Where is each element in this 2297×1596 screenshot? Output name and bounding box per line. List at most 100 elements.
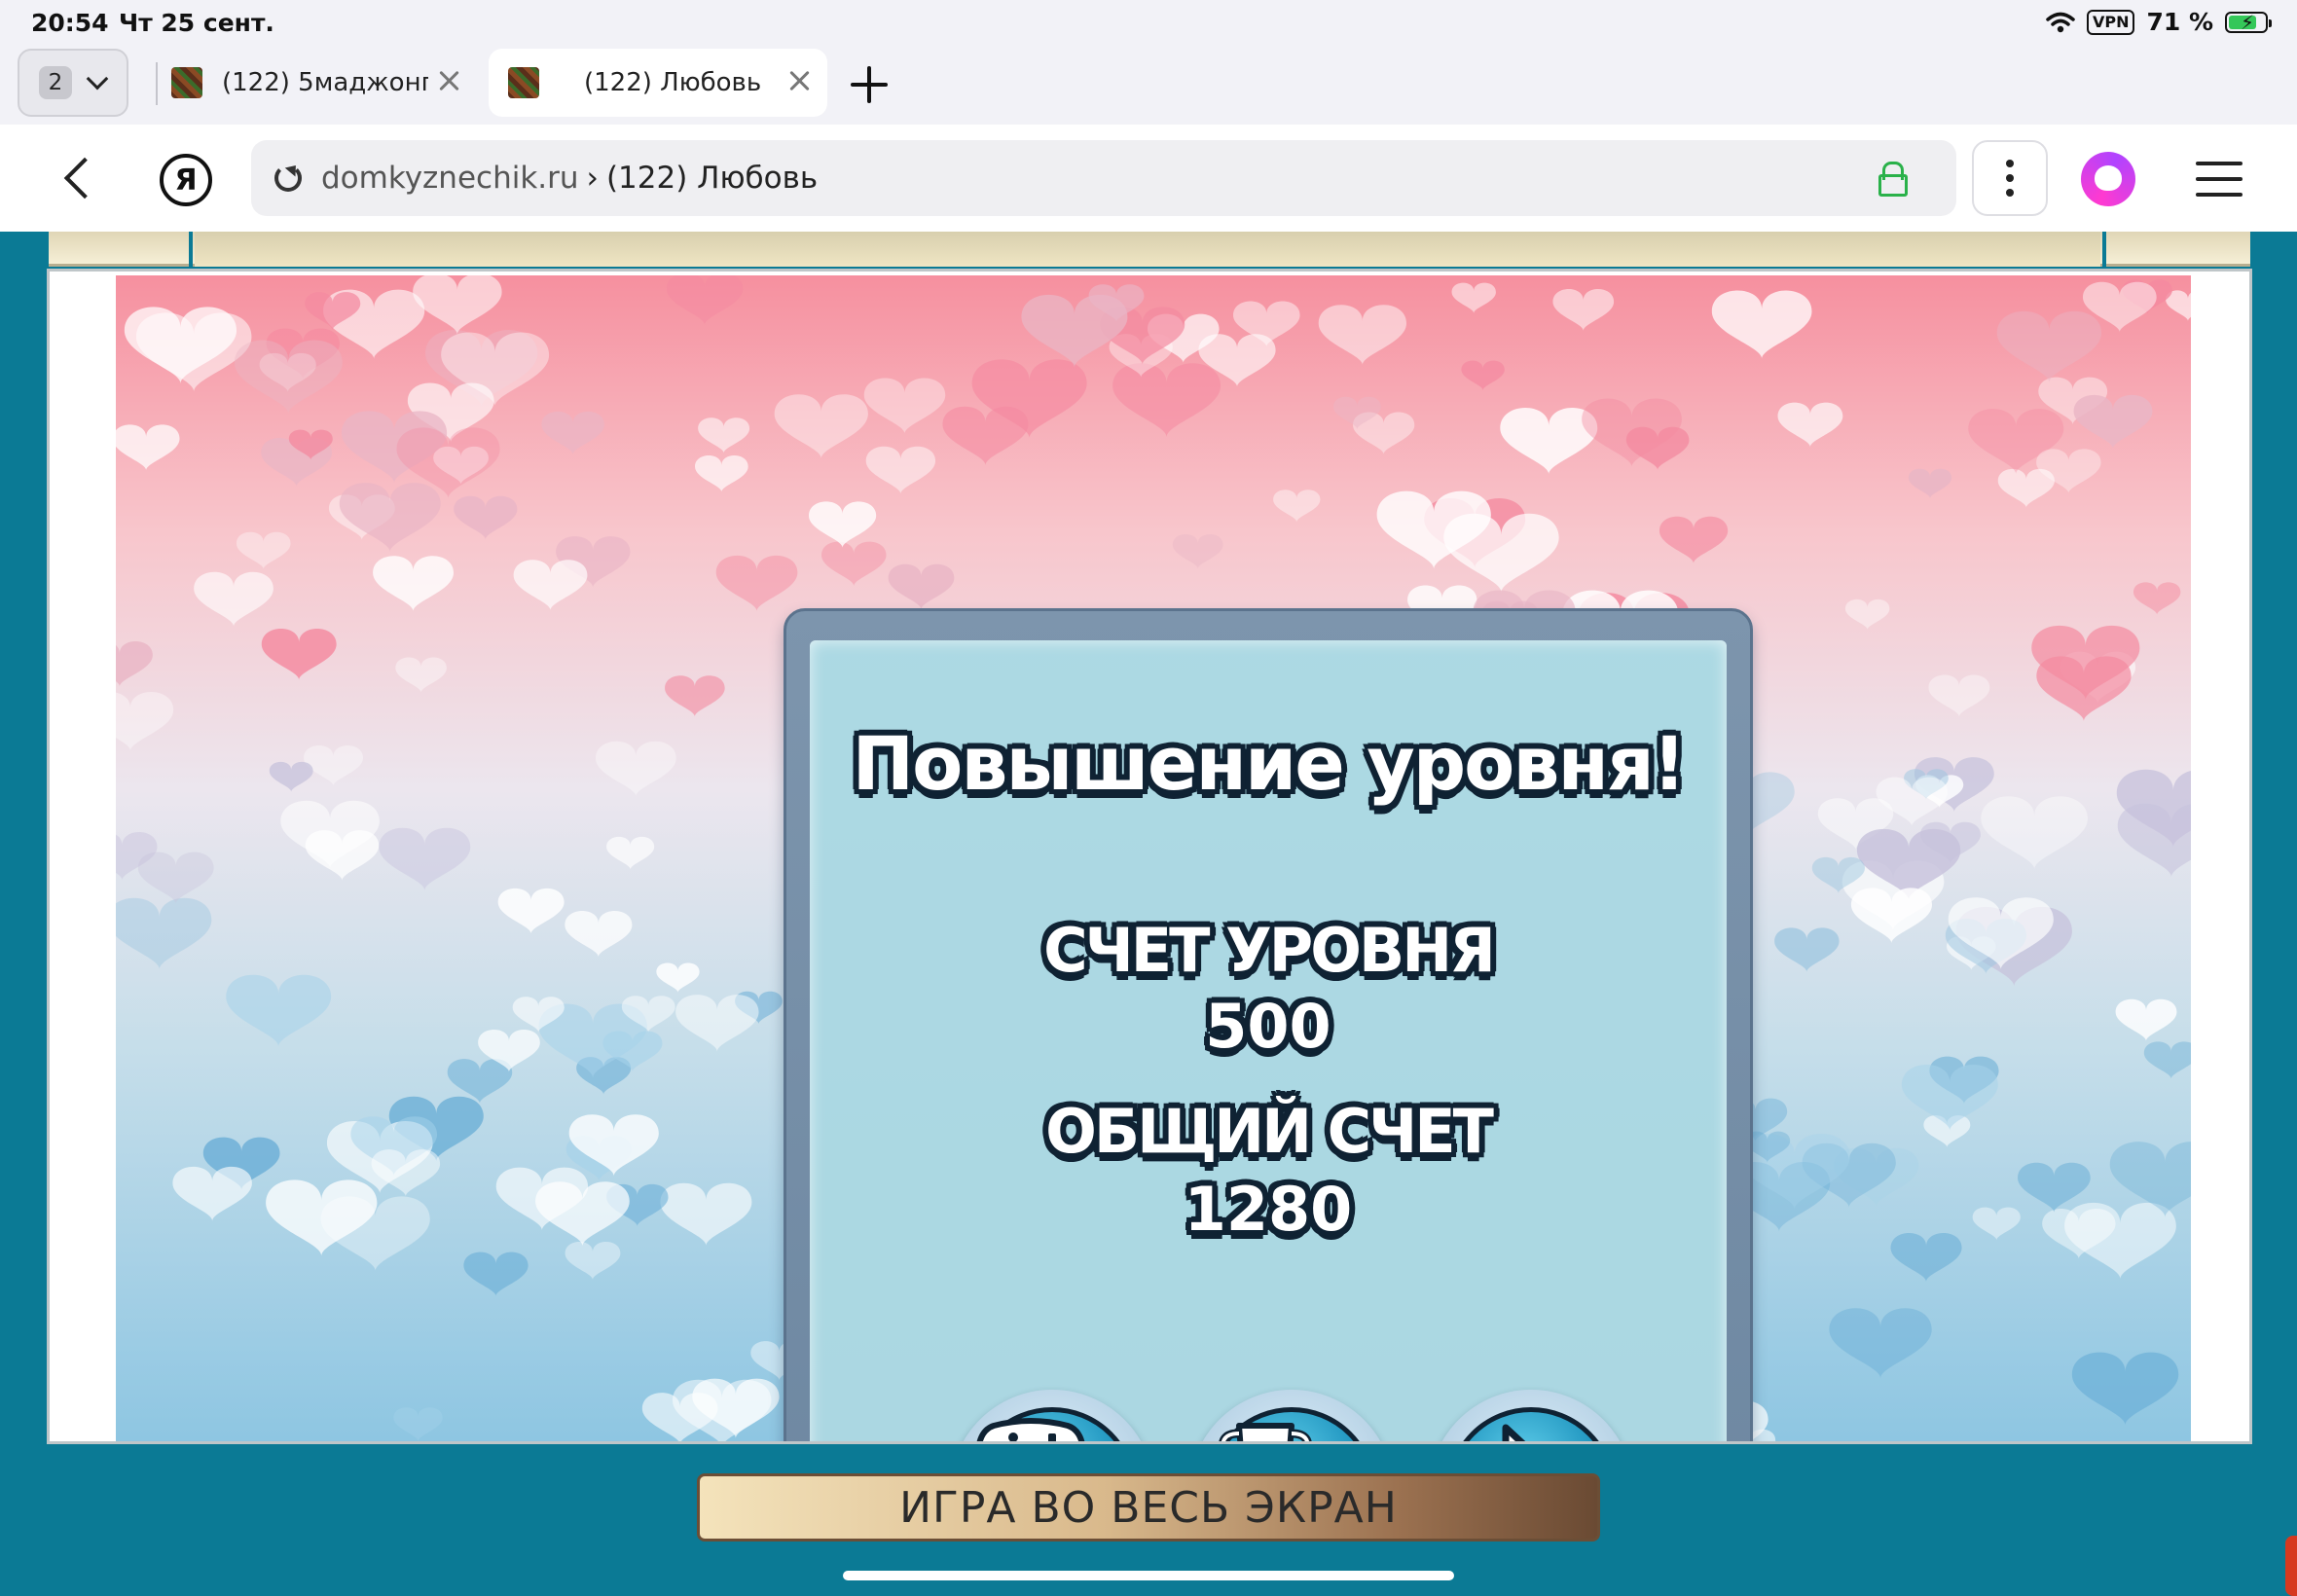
game-frame: Повышение уровня! СЧЕТ УРОВНЯ 500 ОБЩИЙ … [47, 269, 2252, 1444]
heart-decoration [1777, 402, 1843, 448]
tab-divider [156, 62, 158, 105]
heart-decoration [513, 560, 588, 611]
heart-decoration [660, 1182, 752, 1247]
heart-decoration [656, 962, 700, 993]
heart-decoration [1451, 282, 1496, 313]
heart-decoration [373, 556, 455, 612]
heart-decoration [595, 741, 676, 797]
next-level-button[interactable] [1429, 1390, 1633, 1441]
home-indicator[interactable] [843, 1571, 1454, 1580]
heart-decoration [1552, 288, 1615, 331]
site-favicon-icon [508, 67, 539, 98]
tab-bar: 2 (122) 5маджонг... (122) Любовь [0, 45, 2297, 125]
heart-decoration [888, 563, 955, 610]
heart-decoration [865, 446, 936, 494]
heart-decoration [393, 1407, 443, 1441]
heart-decoration [606, 836, 655, 870]
heart-decoration [698, 417, 750, 453]
status-bar: 20:54 Чт 25 сент. VPN 71 % ⚡ [0, 0, 2297, 45]
url-field[interactable]: domkyznechik.ru › (122) Любовь [251, 140, 1956, 216]
heart-decoration [2133, 582, 2181, 615]
heart-decoration [821, 541, 887, 587]
heart-decoration [413, 275, 502, 335]
tab-switcher-button[interactable]: 2 [18, 49, 128, 117]
total-score-label: ОБЩИЙ СЧЕТ [1045, 1096, 1494, 1167]
heart-decoration [2073, 394, 2153, 450]
heart-decoration [116, 424, 180, 471]
heart-decoration [2071, 1352, 2179, 1426]
heart-decoration [666, 275, 744, 325]
play-again-button[interactable] [950, 1390, 1154, 1441]
heart-decoration [1928, 674, 1990, 717]
heart-decoration [379, 827, 471, 891]
heart-decoration [116, 691, 174, 751]
heart-decoration [1996, 310, 2102, 383]
dialog-title: Повышение уровня! [852, 720, 1687, 807]
level-score-value: 500 [1205, 991, 1331, 1062]
heart-decoration [2064, 1202, 2176, 1280]
heart-decoration [694, 454, 748, 492]
url-page-title: (122) Любовь [605, 161, 819, 196]
heart-decoration [226, 974, 332, 1047]
heart-decoration [463, 1251, 529, 1297]
heart-decoration [172, 1166, 252, 1221]
leaderboard-button[interactable] [1189, 1390, 1394, 1441]
fullscreen-game-button[interactable]: ИГРА ВО ВЕСЬ ЭКРАН [697, 1473, 1600, 1542]
heart-decoration [1112, 363, 1221, 438]
heart-decoration [808, 501, 877, 548]
alice-assistant-icon[interactable] [2081, 152, 2135, 206]
vpn-badge: VPN [2086, 9, 2135, 35]
heart-decoration [942, 406, 1029, 465]
dot-icon [2006, 174, 2014, 182]
more-options-button[interactable] [1972, 140, 2048, 216]
reload-icon[interactable] [274, 164, 302, 192]
heart-decoration [1318, 305, 1406, 366]
gamepad-icon [976, 1418, 1085, 1441]
heart-decoration [565, 910, 633, 958]
heart-decoration [1829, 1308, 1932, 1379]
tab-title: (122) 5маджонг... [222, 68, 428, 97]
battery-charging-icon: ⚡ [2225, 11, 2272, 34]
tab-lyubov-active[interactable]: (122) Любовь [489, 49, 827, 117]
heart-decoration [1461, 360, 1505, 390]
url-separator: › [586, 161, 599, 196]
arrow-right-icon [1502, 1424, 1526, 1441]
heart-decoration [1774, 927, 1840, 972]
hamburger-menu-icon[interactable] [2196, 160, 2242, 199]
heart-decoration [1273, 490, 1321, 523]
heart-decoration [395, 657, 447, 693]
heart-decoration [304, 744, 364, 786]
tab-title: (122) Любовь [584, 68, 762, 97]
game-canvas[interactable]: Повышение уровня! СЧЕТ УРОВНЯ 500 ОБЩИЙ … [116, 275, 2191, 1441]
yandex-logo-icon[interactable]: Я [160, 154, 212, 206]
heart-decoration [261, 629, 337, 680]
heart-decoration [236, 531, 291, 569]
address-bar: Я domkyznechik.ru › (122) Любовь [0, 125, 2297, 232]
tab-mahjong[interactable]: (122) 5маджонг... [169, 49, 477, 117]
url-domain: domkyznechik.ru [321, 161, 579, 196]
new-tab-plus-icon[interactable] [849, 64, 890, 105]
heart-decoration [1172, 533, 1223, 569]
heart-decoration [194, 571, 273, 627]
lock-icon[interactable] [1878, 162, 1908, 197]
dot-icon [2006, 189, 2014, 197]
level-score-label: СЧЕТ УРОВНЯ [1043, 915, 1496, 986]
heart-decoration [565, 1242, 621, 1280]
back-arrow-icon[interactable] [56, 154, 105, 202]
close-icon[interactable] [436, 68, 461, 93]
edge-widget-tab[interactable] [2285, 1536, 2297, 1596]
heart-decoration [454, 495, 518, 540]
status-time: 20:54 [31, 9, 109, 37]
heart-decoration [863, 378, 946, 434]
heart-decoration [339, 483, 441, 553]
heart-decoration [541, 411, 604, 455]
heart-decoration [1711, 290, 1812, 359]
heart-decoration [2143, 1041, 2191, 1079]
heart-decoration [2115, 998, 2177, 1041]
heart-decoration [1972, 1207, 2021, 1241]
close-icon[interactable] [786, 68, 812, 93]
heart-decoration [269, 761, 313, 792]
tab-count: 2 [39, 66, 72, 99]
heart-decoration [675, 995, 759, 1052]
dot-icon [2006, 160, 2014, 167]
